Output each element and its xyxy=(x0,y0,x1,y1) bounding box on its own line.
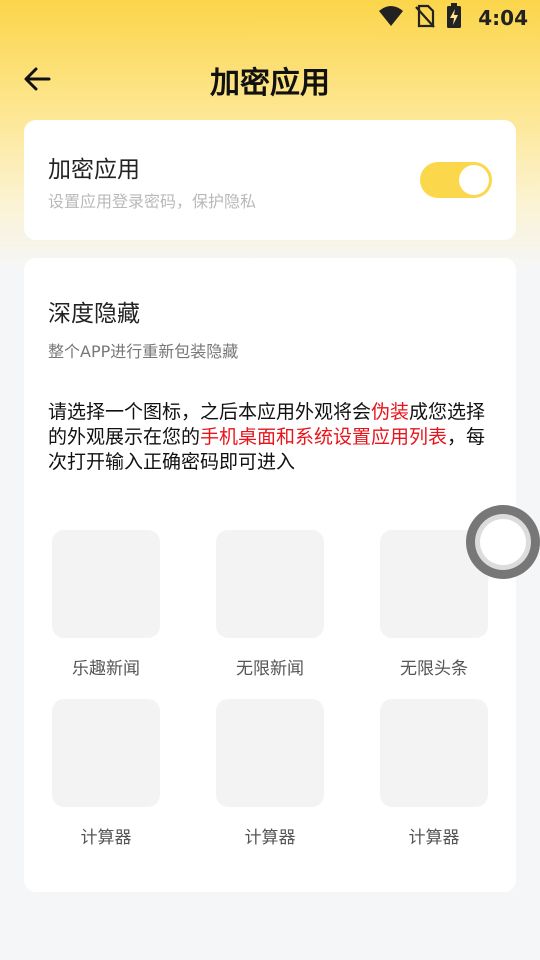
status-time: 4:04 xyxy=(478,6,528,30)
deep-hide-title: 深度隐藏 xyxy=(48,301,140,327)
icon-option-label: 无限头条 xyxy=(400,659,468,679)
wifi-icon xyxy=(378,5,404,31)
encrypt-app-title: 加密应用 xyxy=(48,157,140,183)
no-sim-icon xyxy=(414,4,436,32)
icon-option-calculator-3[interactable]: 计算器 xyxy=(380,699,488,848)
battery-charging-icon xyxy=(446,3,462,33)
status-bar: 4:04 xyxy=(0,0,540,36)
icon-option-label: 计算器 xyxy=(408,828,460,848)
page-title: 加密应用 xyxy=(210,66,330,101)
icon-option-calculator-2[interactable]: 计算器 xyxy=(216,699,324,848)
encrypt-app-card: 加密应用 设置应用登录密码，保护隐私 xyxy=(24,120,516,240)
app-icon-placeholder xyxy=(52,530,160,638)
deep-hide-card: 深度隐藏 整个APP进行重新包装隐藏 请选择一个图标，之后本应用外观将会伪装成您… xyxy=(24,258,516,892)
icon-option-label: 乐趣新闻 xyxy=(72,659,140,679)
app-icon-placeholder xyxy=(216,699,324,807)
icon-option-lequ-news[interactable]: 乐趣新闻 xyxy=(52,530,160,679)
encrypt-app-toggle[interactable] xyxy=(420,162,492,198)
icon-option-label: 无限新闻 xyxy=(236,659,304,679)
icon-option-label: 计算器 xyxy=(244,828,296,848)
icon-option-wuxian-news[interactable]: 无限新闻 xyxy=(216,530,324,679)
floating-button-core xyxy=(480,519,526,565)
desc-highlight-2: 手机桌面和系统设置应用列表 xyxy=(200,426,448,448)
app-icon-placeholder xyxy=(216,530,324,638)
app-icon-placeholder xyxy=(52,699,160,807)
icon-option-label: 计算器 xyxy=(80,828,132,848)
desc-text-1: 请选择一个图标，之后本应用外观将会 xyxy=(48,401,372,423)
deep-hide-subtitle: 整个APP进行重新包装隐藏 xyxy=(48,342,239,361)
toggle-knob xyxy=(459,165,489,195)
encrypt-app-subtitle: 设置应用登录密码，保护隐私 xyxy=(48,192,257,211)
nav-bar: 加密应用 xyxy=(0,50,540,108)
floating-assistive-button[interactable] xyxy=(466,505,540,579)
app-icon-placeholder xyxy=(380,699,488,807)
icon-option-calculator-1[interactable]: 计算器 xyxy=(52,699,160,848)
disguise-description: 请选择一个图标，之后本应用外观将会伪装成您选择的外观展示在您的手机桌面和系统设置… xyxy=(48,400,496,475)
desc-highlight-1: 伪装 xyxy=(371,401,410,423)
